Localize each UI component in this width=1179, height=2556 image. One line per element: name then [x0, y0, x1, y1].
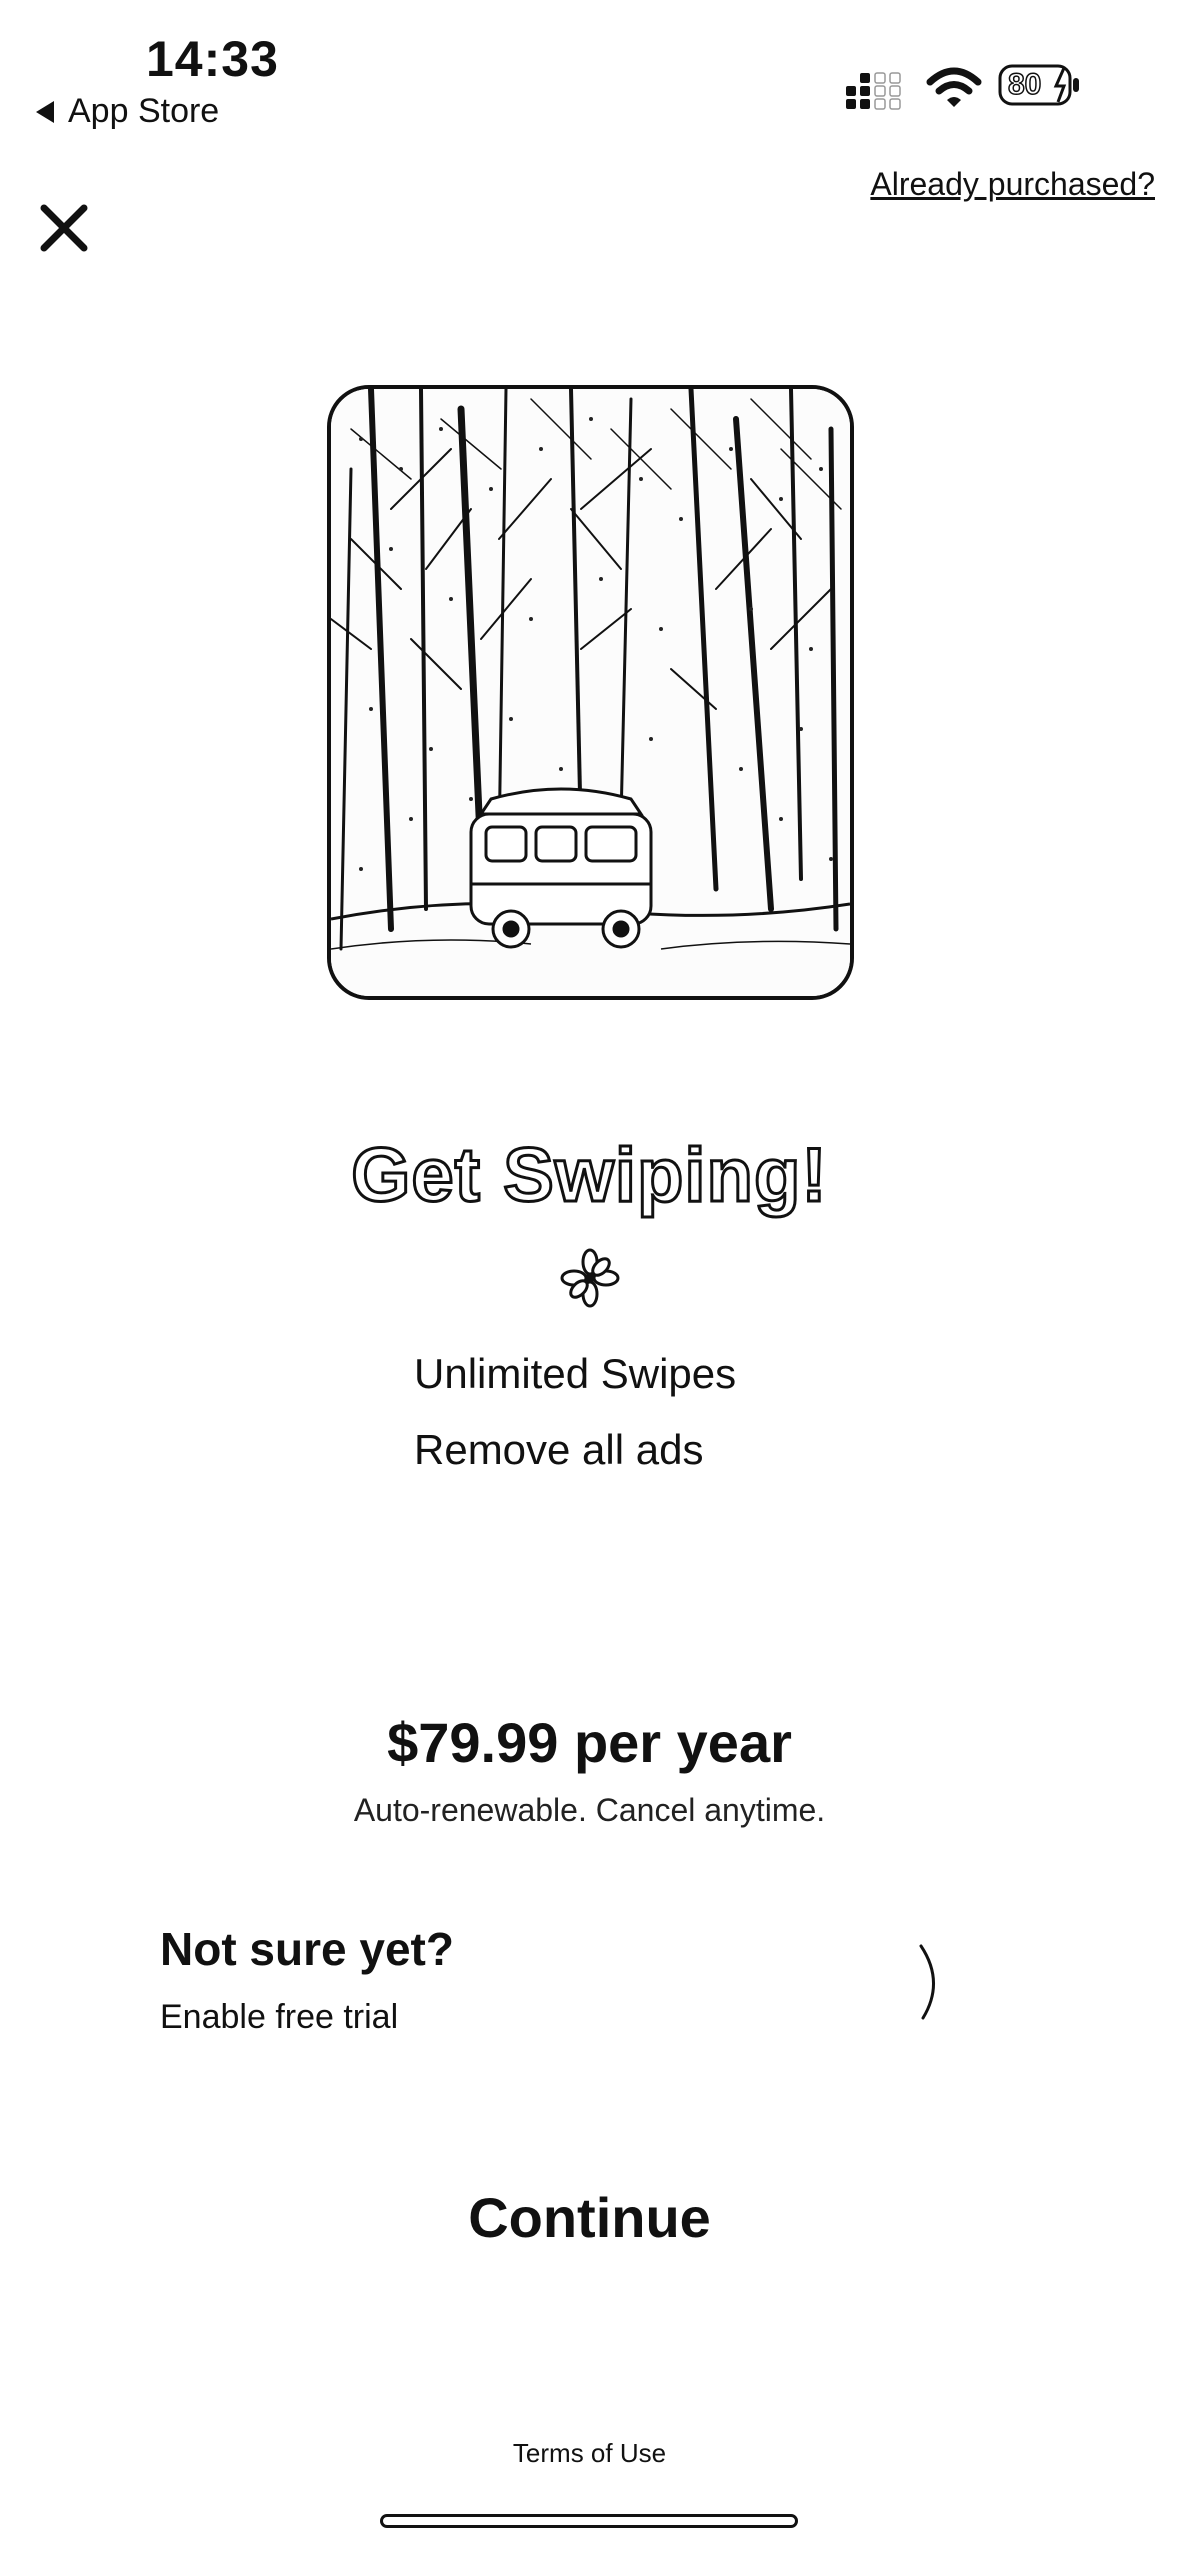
page-title: Get Swiping!	[350, 1132, 828, 1220]
feature-unlimited-swipes: Unlimited Swipes	[414, 1350, 737, 1397]
back-arrow-icon	[36, 100, 54, 123]
snowy-forest-van-image	[331, 389, 850, 996]
close-icon[interactable]	[36, 200, 92, 256]
home-indicator[interactable]	[380, 2514, 798, 2528]
price-label: $79.99 per year	[387, 1711, 792, 1774]
sparkle-icon	[560, 1248, 620, 1308]
free-trial-toggle[interactable]	[915, 1942, 945, 2022]
trial-title: Not sure yet?	[160, 1923, 454, 1975]
status-time: 14:33	[146, 31, 279, 87]
back-to-app-store-link[interactable]: App Store	[36, 92, 219, 131]
battery-indicator: 80	[998, 62, 1082, 108]
battery-level: 80	[1007, 67, 1042, 102]
feature-remove-ads: Remove all ads	[414, 1426, 704, 1473]
terms-of-use-link[interactable]: Terms of Use	[0, 2438, 1179, 2469]
trial-subtitle: Enable free trial	[160, 1998, 399, 2036]
back-label: App Store	[68, 92, 220, 130]
already-purchased-link[interactable]: Already purchased?	[870, 166, 1155, 203]
free-trial-row[interactable]: Not sure yet? Enable free trial	[160, 1922, 950, 2052]
wifi-icon	[926, 67, 982, 107]
cellular-signal-icon	[846, 72, 901, 110]
price-note: Auto-renewable. Cancel anytime.	[353, 1792, 826, 1828]
continue-button[interactable]: Continue	[0, 2185, 1179, 2250]
hero-image	[327, 385, 854, 1000]
